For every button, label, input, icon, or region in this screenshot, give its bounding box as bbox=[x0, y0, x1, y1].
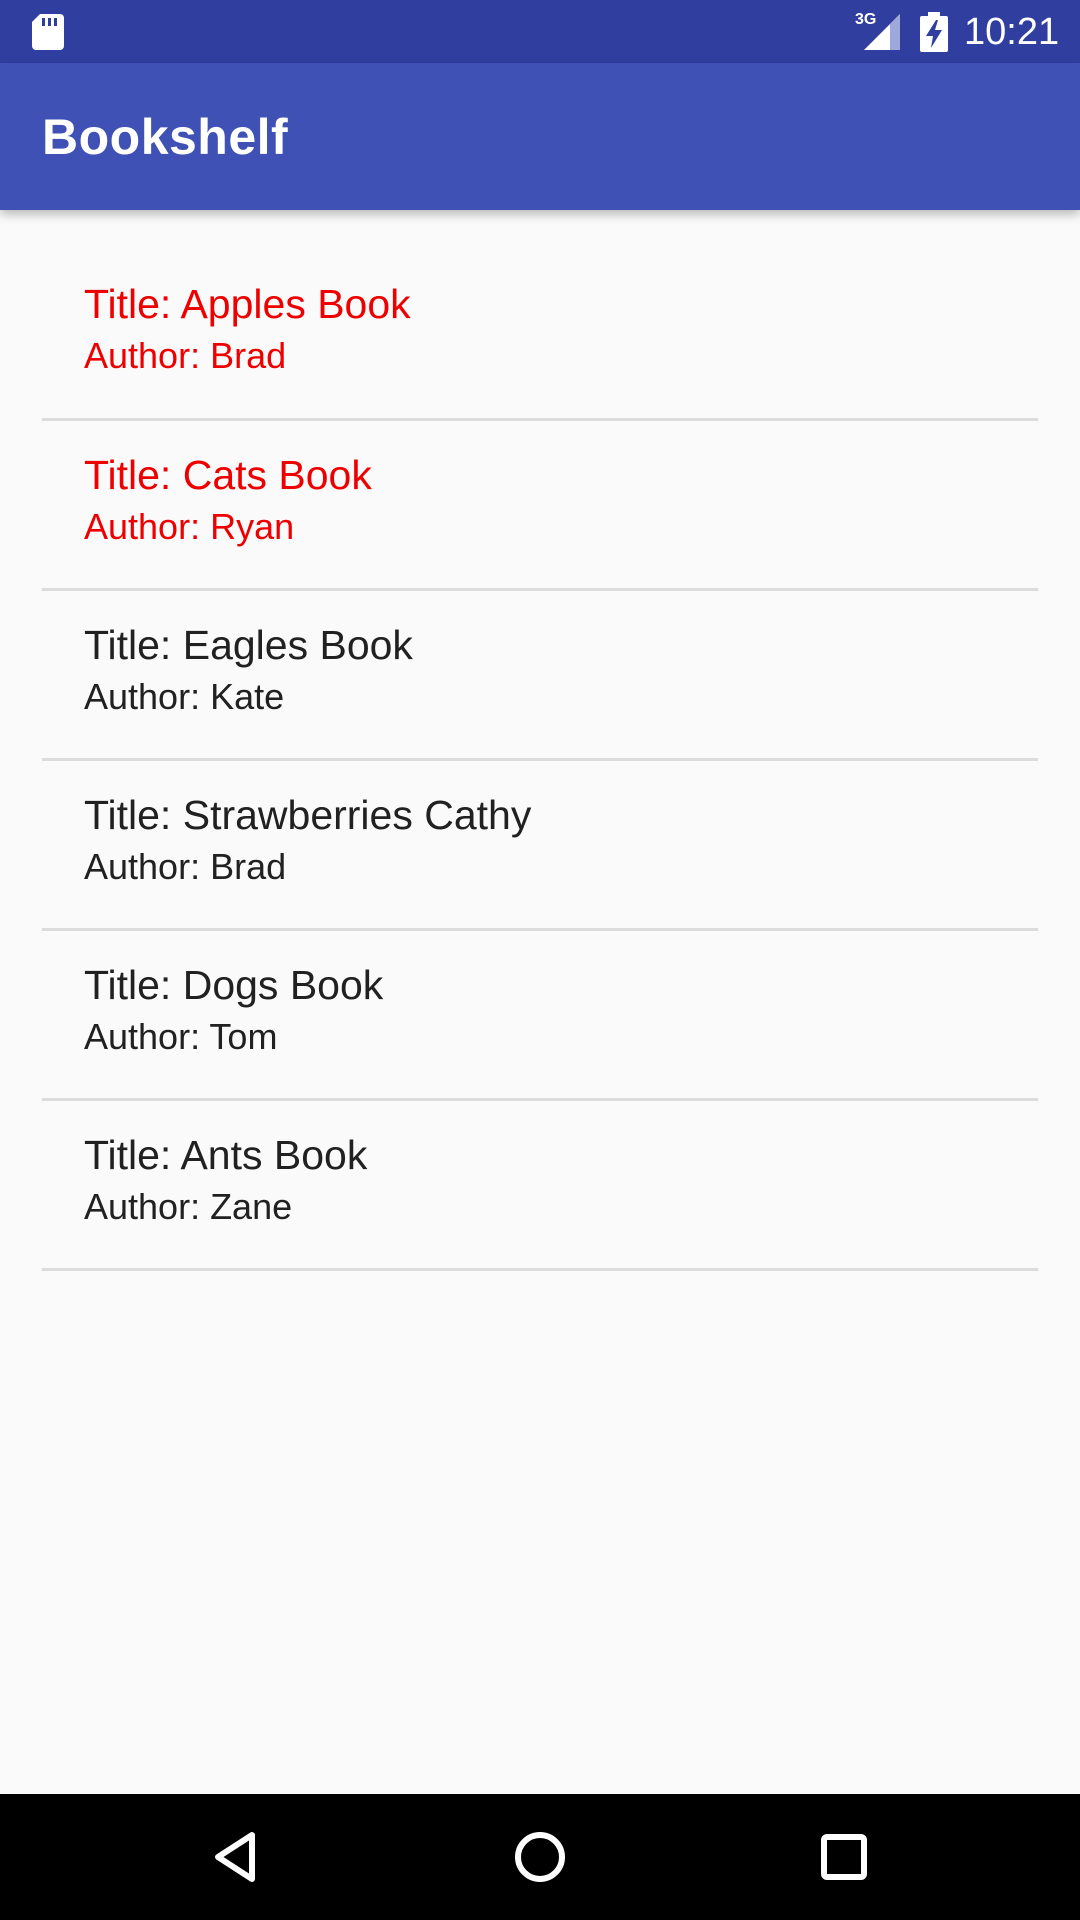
book-list-item[interactable]: Title: Cats Book Author: Ryan bbox=[42, 421, 1038, 591]
navigation-bar bbox=[0, 1794, 1080, 1920]
book-author: Author: Tom bbox=[84, 1016, 278, 1057]
sd-card-icon bbox=[32, 14, 64, 50]
book-title: Title: Eagles Book bbox=[84, 622, 413, 668]
status-bar: 3G 10:21 bbox=[0, 0, 1080, 63]
back-icon[interactable] bbox=[206, 1827, 266, 1887]
app-title: Bookshelf bbox=[42, 109, 289, 165]
battery-charging-icon bbox=[920, 12, 948, 52]
book-title: Title: Strawberries Cathy bbox=[84, 792, 532, 838]
book-title: Title: Ants Book bbox=[84, 1132, 368, 1178]
book-list: Title: Apples Book Author: Brad Title: C… bbox=[0, 250, 1080, 1271]
home-icon[interactable] bbox=[510, 1827, 570, 1887]
book-author: Author: Zane bbox=[84, 1186, 293, 1227]
book-list-item[interactable]: Title: Dogs Book Author: Tom bbox=[42, 931, 1038, 1101]
book-author: Author: Ryan bbox=[84, 506, 295, 547]
book-title: Title: Apples Book bbox=[84, 281, 411, 327]
book-author: Author: Brad bbox=[84, 846, 287, 887]
signal-icon bbox=[864, 14, 900, 50]
book-list-item[interactable]: Title: Apples Book Author: Brad bbox=[42, 250, 1038, 421]
book-title: Title: Dogs Book bbox=[84, 962, 384, 1008]
book-list-item[interactable]: Title: Eagles Book Author: Kate bbox=[42, 591, 1038, 761]
app-bar: Bookshelf bbox=[0, 63, 1080, 210]
book-list-item[interactable]: Title: Ants Book Author: Zane bbox=[42, 1101, 1038, 1271]
recents-icon[interactable] bbox=[814, 1827, 874, 1887]
book-list-item[interactable]: Title: Strawberries Cathy Author: Brad bbox=[42, 761, 1038, 931]
status-time: 10:21 bbox=[964, 11, 1060, 53]
book-author: Author: Kate bbox=[84, 676, 285, 717]
book-title: Title: Cats Book bbox=[84, 452, 372, 498]
book-author: Author: Brad bbox=[84, 335, 287, 376]
